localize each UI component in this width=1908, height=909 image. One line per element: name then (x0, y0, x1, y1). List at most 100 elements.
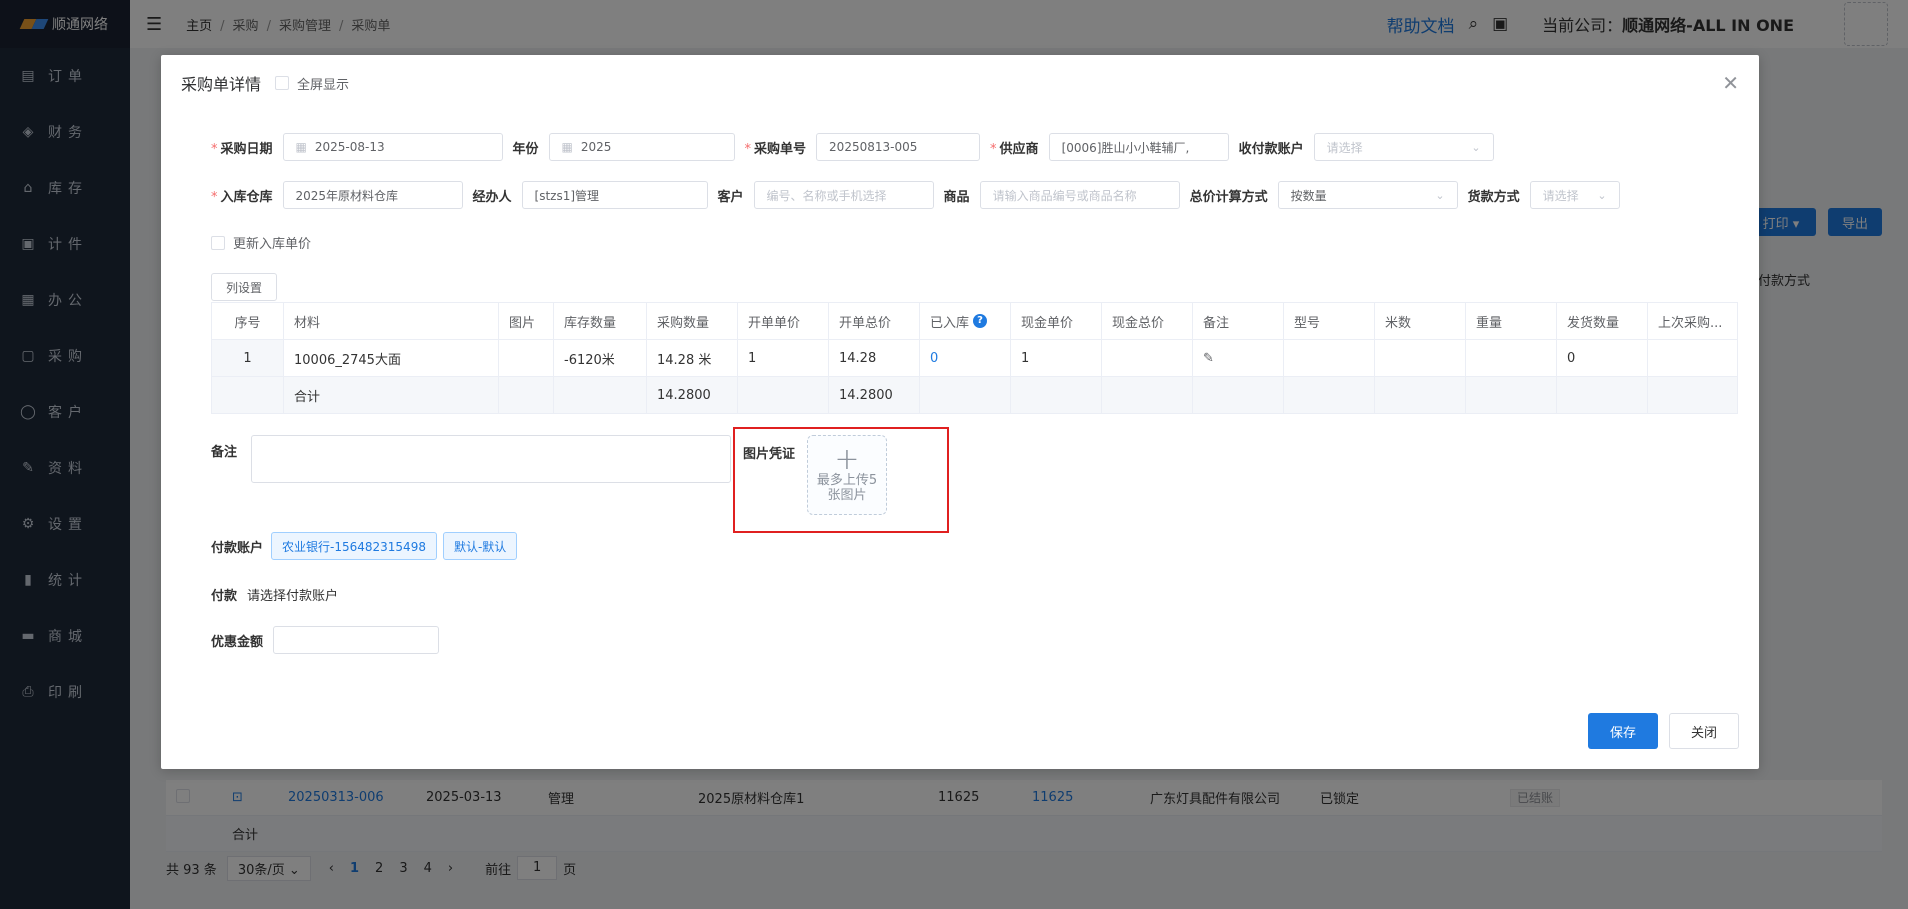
handler-label: 经办人 (472, 189, 512, 205)
cell-unit-price[interactable]: 1 (738, 340, 829, 377)
handler-input[interactable]: [stzs1]管理 (521, 181, 708, 209)
cell (1466, 377, 1557, 414)
chevron-down-icon: ⌄ (1471, 140, 1481, 154)
checkbox-box[interactable] (211, 235, 225, 250)
update-price-checkbox[interactable]: 更新入库单价 (211, 233, 311, 252)
pay-label: 付款 (211, 589, 238, 604)
price-calc-select[interactable]: 按数量 ⌄ (1277, 181, 1458, 209)
dialog-title: 采购单详情 (181, 75, 262, 94)
cell: 0 (1557, 340, 1648, 377)
column-header: 重量 (1466, 303, 1557, 340)
account-label: 收付款账户 (1238, 141, 1304, 157)
column-header: 现金单价 (1011, 303, 1102, 340)
supplier-input[interactable]: [0006]胜山小小鞋辅厂, (1048, 133, 1229, 161)
cell (1375, 340, 1466, 377)
chevron-down-icon: ⌄ (1435, 188, 1445, 202)
image-upload-section: 图片凭证 + 最多上传5张图片 (733, 427, 949, 533)
fullscreen-checkbox[interactable]: 全屏显示 (275, 74, 349, 93)
plus-icon: + (834, 442, 860, 477)
pay-account-tag[interactable]: 农业银行-156482315498 (271, 532, 437, 560)
column-header: 材料 (284, 303, 499, 340)
warehouse-input[interactable]: 2025年原材料仓库 (282, 181, 463, 209)
column-header: 图片 (499, 303, 554, 340)
payment-method-label: 货款方式 (1467, 189, 1520, 205)
remark-textarea[interactable] (251, 435, 731, 483)
warehouse-label: * 入库仓库 (211, 189, 273, 205)
table-header-row: 序号 材料 图片 库存数量 采购数量 开单单价 开单总价 已入库? 现金单价 现… (212, 303, 1738, 340)
purchase-date-label: * 采购日期 (211, 141, 273, 157)
summary-total: 14.2800 (829, 377, 920, 414)
cell (212, 377, 284, 414)
cell: 14.28 (829, 340, 920, 377)
cell (1557, 377, 1648, 414)
cell (1375, 377, 1466, 414)
column-header: 采购数量 (647, 303, 738, 340)
order-number-input[interactable]: 20250813-005 (816, 133, 981, 161)
account-select[interactable]: 请选择 ⌄ (1313, 133, 1494, 161)
column-header: 现金总价 (1102, 303, 1193, 340)
table-row[interactable]: 1 10006_2745大面 -6120米 14.28 米 1 14.28 0 … (212, 340, 1738, 377)
image-voucher-label: 图片凭证 (743, 447, 796, 462)
fullscreen-label: 全屏显示 (297, 77, 350, 93)
question-icon[interactable]: ? (973, 314, 988, 328)
column-header: 库存数量 (554, 303, 647, 340)
cell (1193, 377, 1284, 414)
upload-image-button[interactable]: + 最多上传5张图片 (807, 435, 887, 515)
form-row-1: * 采购日期 ▦ 2025-08-13 年份 ▦ 2025 * 采购单号 2025081… (211, 133, 1494, 161)
column-header: 型号 (1284, 303, 1375, 340)
edit-icon[interactable]: ✎ (1203, 351, 1214, 366)
cell (1102, 377, 1193, 414)
cell (1011, 377, 1102, 414)
close-button[interactable]: 关闭 (1669, 713, 1739, 749)
checkbox-box[interactable] (275, 76, 290, 90)
cell-remark[interactable]: ✎ (1193, 340, 1284, 377)
pay-account-tag[interactable]: 默认-默认 (442, 532, 518, 560)
purchase-date-input[interactable]: ▦ 2025-08-13 (282, 133, 503, 161)
customer-input[interactable]: 编号、名称或手机选择 (753, 181, 934, 209)
calendar-icon: ▦ (295, 140, 307, 154)
column-header: 发货数量 (1557, 303, 1648, 340)
update-price-label: 更新入库单价 (233, 237, 312, 252)
form-row-2: * 入库仓库 2025年原材料仓库 经办人 [stzs1]管理 客户 编号、名称或… (211, 181, 1620, 209)
column-header: 米数 (1375, 303, 1466, 340)
column-header: 开单总价 (829, 303, 920, 340)
summary-row: 合计 14.2800 14.2800 (212, 377, 1738, 414)
cell-received-link[interactable]: 0 (920, 340, 1011, 377)
discount-row: 优惠金额 (211, 626, 440, 654)
column-settings-button[interactable]: 列设置 (211, 273, 278, 301)
cell (1102, 340, 1193, 377)
cell-image[interactable] (499, 340, 554, 377)
upload-hint: 最多上传5张图片 (816, 473, 878, 503)
supplier-label: * 供应商 (990, 141, 1039, 157)
cell (1284, 377, 1375, 414)
cell-quantity[interactable]: 14.28 米 (647, 340, 738, 377)
column-header: 备注 (1193, 303, 1284, 340)
discount-input[interactable] (273, 626, 440, 654)
column-header-received: 已入库? (920, 303, 1011, 340)
chevron-down-icon: ⌄ (1597, 188, 1607, 202)
cell: -6120米 (554, 340, 647, 377)
items-table: 序号 材料 图片 库存数量 采购数量 开单单价 开单总价 已入库? 现金单价 现… (211, 302, 1738, 414)
remark-label: 备注 (211, 445, 238, 460)
cell (554, 377, 647, 414)
cell (920, 377, 1011, 414)
column-header: 序号 (212, 303, 284, 340)
price-calc-label: 总价计算方式 (1189, 189, 1268, 205)
cell (499, 377, 554, 414)
payment-method-select[interactable]: 请选择 ⌄ (1529, 181, 1620, 209)
pay-account-label: 付款账户 (211, 540, 264, 556)
save-button[interactable]: 保存 (1588, 713, 1658, 749)
close-icon[interactable]: ✕ (1722, 71, 1739, 95)
product-label: 商品 (943, 189, 970, 205)
year-label: 年份 (512, 141, 539, 157)
cell-material[interactable]: 10006_2745大面 (284, 340, 499, 377)
cell-cash-price[interactable]: 1 (1011, 340, 1102, 377)
pay-account-row: 付款账户 农业银行-156482315498 默认-默认 (211, 532, 518, 560)
cell (1648, 377, 1738, 414)
order-number-label: * 采购单号 (744, 141, 807, 157)
column-header: 上次采购... (1648, 303, 1738, 340)
product-input[interactable]: 请输入商品编号或商品名称 (979, 181, 1180, 209)
cell (1648, 340, 1738, 377)
year-input[interactable]: ▦ 2025 (548, 133, 735, 161)
purchase-order-dialog: 采购单详情 全屏显示 ✕ * 采购日期 ▦ 2025-08-13 年份 ▦ 2025 … (161, 55, 1759, 769)
